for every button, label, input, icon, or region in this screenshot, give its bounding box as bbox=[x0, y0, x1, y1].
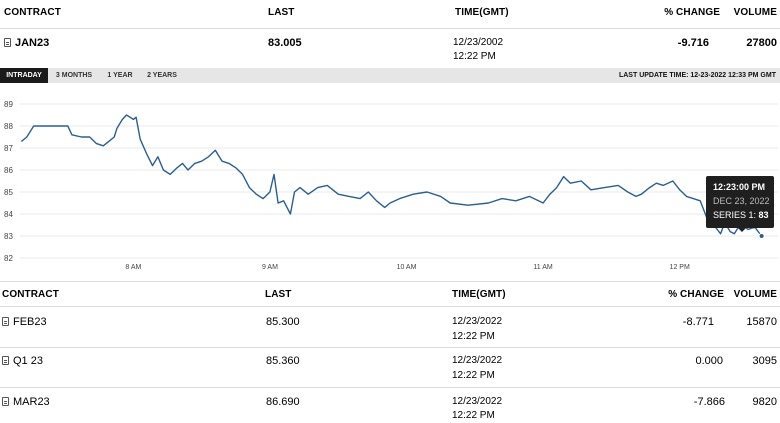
price-chart[interactable]: 82 83 84 85 86 87 88 89 8 AM 9 AM 10 AM 11 AM 12 PM bbox=[0, 88, 780, 278]
percent-change: -8.771 bbox=[682, 316, 714, 328]
contract-cell[interactable]: Q1 23 bbox=[2, 355, 43, 367]
contract-name: FEB23 bbox=[13, 316, 47, 328]
contract-name: JAN23 bbox=[15, 37, 50, 49]
header-time: TIME(GMT) bbox=[455, 7, 509, 18]
trade-time: 12:22 PM bbox=[452, 331, 495, 342]
x-tick-label: 11 AM bbox=[533, 264, 552, 271]
contract-cell[interactable]: FEB23 bbox=[2, 316, 47, 328]
volume-value: 27800 bbox=[746, 37, 777, 49]
header-volume: VOLUME bbox=[733, 289, 777, 300]
volume-value: 9820 bbox=[752, 396, 777, 408]
trade-date: 12/23/2002 bbox=[453, 37, 504, 48]
tab-3-months[interactable]: 3 MONTHS bbox=[52, 68, 96, 83]
percent-change: 0.000 bbox=[695, 355, 723, 367]
range-tabs: INTRADAY 3 MONTHS 1 YEAR 2 YEARS LAST UP… bbox=[0, 68, 780, 83]
trade-date: 12/23/2022 bbox=[452, 396, 503, 407]
header-last: LAST bbox=[265, 289, 292, 300]
series-1-line bbox=[20, 114, 763, 237]
y-tick-label: 89 bbox=[4, 100, 13, 109]
contract-cell[interactable]: JAN23 bbox=[4, 37, 49, 49]
document-icon bbox=[2, 356, 9, 365]
y-tick-label: 85 bbox=[4, 188, 13, 197]
y-tick-label: 88 bbox=[4, 122, 13, 131]
last-price: 85.300 bbox=[266, 316, 300, 328]
volume-value: 3095 bbox=[752, 355, 777, 367]
x-tick-label: 12 PM bbox=[670, 264, 690, 271]
x-tick-label: 10 AM bbox=[397, 264, 417, 271]
x-tick-label: 8 AM bbox=[125, 264, 141, 271]
tab-intraday[interactable]: INTRADAY bbox=[0, 68, 48, 83]
tooltip-series-label: SERIES 1: bbox=[713, 210, 757, 220]
trade-time: 12:22 PM bbox=[453, 51, 496, 62]
y-tick-label: 87 bbox=[4, 144, 13, 153]
header-contract: CONTRACT bbox=[2, 289, 59, 300]
divider bbox=[0, 281, 780, 282]
divider bbox=[0, 347, 780, 348]
tab-2-years[interactable]: 2 YEARS bbox=[143, 68, 181, 83]
header-change: % CHANGE bbox=[664, 7, 720, 18]
contract-name: Q1 23 bbox=[13, 355, 43, 367]
header-contract: CONTRACT bbox=[4, 7, 61, 18]
tooltip-series: SERIES 1: 83 bbox=[713, 210, 769, 220]
trade-date: 12/23/2022 bbox=[452, 355, 503, 366]
percent-change: -9.716 bbox=[677, 37, 709, 49]
y-tick-label: 84 bbox=[4, 210, 13, 219]
header-change: % CHANGE bbox=[668, 289, 724, 300]
contract-cell[interactable]: MAR23 bbox=[2, 396, 50, 408]
y-tick-label: 86 bbox=[4, 166, 13, 175]
header-last: LAST bbox=[268, 7, 295, 18]
x-tick-label: 9 AM bbox=[262, 264, 278, 271]
header-time: TIME(GMT) bbox=[452, 289, 506, 300]
last-price: 83.005 bbox=[268, 37, 302, 49]
divider bbox=[0, 28, 780, 29]
percent-change: -7.866 bbox=[693, 396, 725, 408]
trade-time: 12:22 PM bbox=[452, 410, 495, 421]
document-icon bbox=[4, 38, 11, 47]
document-icon bbox=[2, 317, 9, 326]
highlight-point[interactable] bbox=[758, 233, 765, 239]
chart-tooltip: 12:23:00 PM DEC 23, 2022 SERIES 1: 83 bbox=[706, 176, 774, 232]
tooltip-date: DEC 23, 2022 bbox=[713, 196, 770, 206]
divider bbox=[0, 306, 780, 307]
divider bbox=[0, 387, 780, 388]
volume-value: 15870 bbox=[746, 316, 777, 328]
y-tick-label: 82 bbox=[4, 254, 13, 263]
y-tick-label: 83 bbox=[4, 232, 13, 241]
document-icon bbox=[2, 397, 9, 406]
last-update-time: LAST UPDATE TIME: 12-23-2022 12:33 PM GM… bbox=[618, 72, 776, 79]
last-price: 85.360 bbox=[266, 355, 300, 367]
contract-name: MAR23 bbox=[13, 396, 50, 408]
header-volume: VOLUME bbox=[733, 7, 777, 18]
tab-1-year[interactable]: 1 YEAR bbox=[103, 68, 137, 83]
tooltip-time: 12:23:00 PM bbox=[713, 182, 766, 192]
trade-time: 12:22 PM bbox=[452, 370, 495, 381]
tooltip-series-value: 83 bbox=[758, 210, 769, 220]
trade-date: 12/23/2022 bbox=[452, 316, 503, 327]
last-price: 86.690 bbox=[266, 396, 300, 408]
